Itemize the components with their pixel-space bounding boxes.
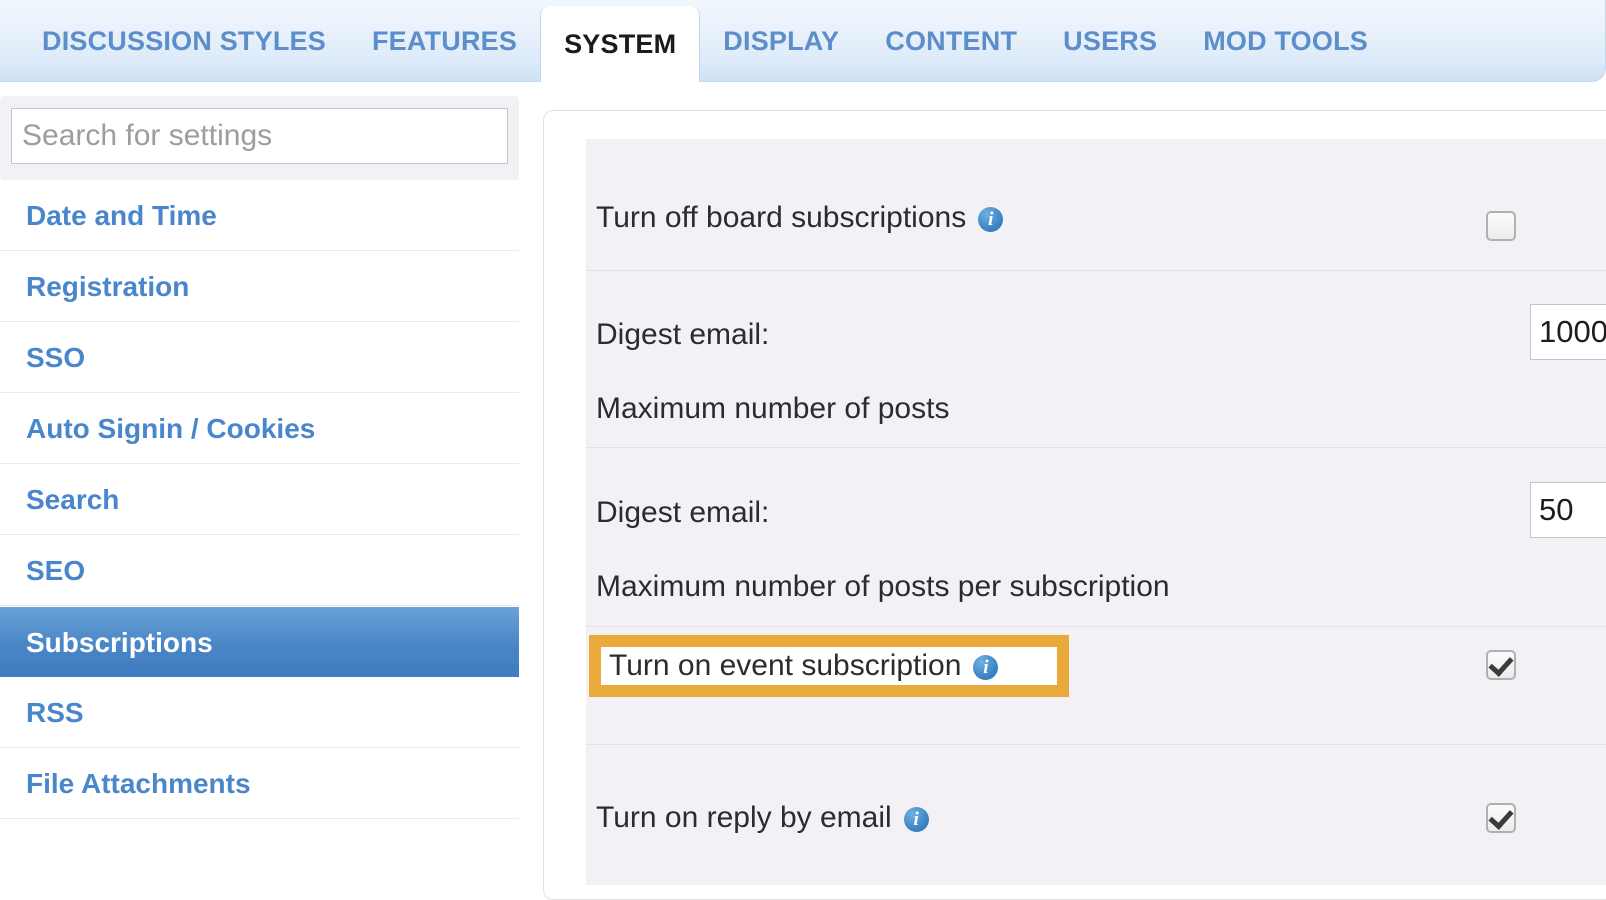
sidebar-item-sso[interactable]: SSO <box>0 322 519 393</box>
checkbox-turn-on-event-subscription[interactable] <box>1486 650 1516 680</box>
setting-label: Digest email: <box>596 496 769 530</box>
sidebar-item-search[interactable]: Search <box>0 464 519 535</box>
tab-label: DISCUSSION STYLES <box>42 25 326 56</box>
tab-display[interactable]: DISPLAY <box>700 0 862 82</box>
sidebar-item-label: SEO <box>26 555 86 586</box>
setting-label-text: Turn on reply by email <box>596 801 892 834</box>
sidebar-item-label: Auto Signin / Cookies <box>26 413 316 444</box>
setting-row-digest-max-posts-per-subscription: Digest email: Maximum number of posts pe… <box>586 448 1606 627</box>
sidebar-item-label: Subscriptions <box>26 627 213 658</box>
settings-panel: Turn off board subscriptions i Digest em… <box>543 110 1606 900</box>
sidebar-item-seo[interactable]: SEO <box>0 535 519 606</box>
sidebar-nav-list: Date and Time Registration SSO Auto Sign… <box>0 180 519 819</box>
setting-label-text: Turn off board subscriptions <box>596 201 967 234</box>
setting-label: Turn on reply by email i <box>596 801 929 835</box>
tab-label: MOD TOOLS <box>1203 25 1368 56</box>
sidebar-item-file-attachments[interactable]: File Attachments <box>0 748 519 819</box>
tab-label: DISPLAY <box>723 25 840 56</box>
search-input[interactable] <box>11 108 508 164</box>
info-icon[interactable]: i <box>903 806 929 832</box>
digest-max-posts-input[interactable] <box>1530 304 1606 360</box>
sidebar-item-label: Search <box>26 484 120 515</box>
sidebar-item-rss[interactable]: RSS <box>0 677 519 748</box>
sidebar-item-label: File Attachments <box>26 768 251 799</box>
tab-features[interactable]: FEATURES <box>349 0 540 82</box>
checkbox-turn-on-reply-by-email[interactable] <box>1486 803 1516 833</box>
setting-label-text: Digest email: <box>596 496 770 529</box>
tab-users[interactable]: USERS <box>1040 0 1180 82</box>
tab-list: DISCUSSION STYLES FEATURES SYSTEM DISPLA… <box>0 0 1606 82</box>
sidebar-item-label: Registration <box>26 271 190 302</box>
setting-label: Turn on event subscription i <box>609 649 999 683</box>
tab-content[interactable]: CONTENT <box>862 0 1040 82</box>
highlight-box-turn-on-event-subscription: Turn on event subscription i <box>589 635 1069 697</box>
setting-sublabel: Maximum number of posts <box>596 392 950 425</box>
settings-list: Turn off board subscriptions i Digest em… <box>586 139 1606 885</box>
setting-row-turn-on-event-subscription: Turn on event subscription i <box>586 627 1606 745</box>
setting-label: Digest email: <box>596 318 769 352</box>
setting-row-turn-off-board-subscriptions: Turn off board subscriptions i <box>586 139 1606 271</box>
info-icon[interactable]: i <box>973 654 999 680</box>
tab-system[interactable]: SYSTEM <box>540 6 701 82</box>
info-icon[interactable]: i <box>978 206 1004 232</box>
setting-label: Turn off board subscriptions i <box>596 201 1004 235</box>
digest-max-posts-per-subscription-input[interactable] <box>1530 482 1606 538</box>
setting-sublabel: Maximum number of posts per subscription <box>596 570 1170 603</box>
tab-mod-tools[interactable]: MOD TOOLS <box>1180 0 1391 82</box>
sidebar-item-registration[interactable]: Registration <box>0 251 519 322</box>
search-container <box>0 96 519 180</box>
tab-discussion-styles[interactable]: DISCUSSION STYLES <box>14 0 349 82</box>
sidebar-item-date-and-time[interactable]: Date and Time <box>0 180 519 251</box>
setting-row-digest-max-posts: Digest email: Maximum number of posts <box>586 271 1606 448</box>
tab-label: SYSTEM <box>564 28 677 59</box>
tab-label: FEATURES <box>371 25 518 56</box>
setting-label-text: Digest email: <box>596 318 770 351</box>
setting-label-text: Turn on event subscription <box>609 649 962 682</box>
sidebar-item-subscriptions[interactable]: Subscriptions <box>0 606 519 677</box>
settings-sidebar: Date and Time Registration SSO Auto Sign… <box>0 96 519 868</box>
checkbox-turn-off-board-subscriptions[interactable] <box>1486 211 1516 241</box>
sidebar-item-label: Date and Time <box>26 200 217 231</box>
sidebar-item-label: RSS <box>26 697 84 728</box>
tab-label: USERS <box>1063 25 1158 56</box>
highlight-inner: Turn on event subscription i <box>601 647 1057 685</box>
main-tab-bar: DISCUSSION STYLES FEATURES SYSTEM DISPLA… <box>0 0 1606 82</box>
sidebar-item-label: SSO <box>26 342 86 373</box>
setting-row-turn-on-reply-by-email: Turn on reply by email i <box>586 745 1606 885</box>
sidebar-item-auto-signin-cookies[interactable]: Auto Signin / Cookies <box>0 393 519 464</box>
tab-label: CONTENT <box>885 25 1018 56</box>
